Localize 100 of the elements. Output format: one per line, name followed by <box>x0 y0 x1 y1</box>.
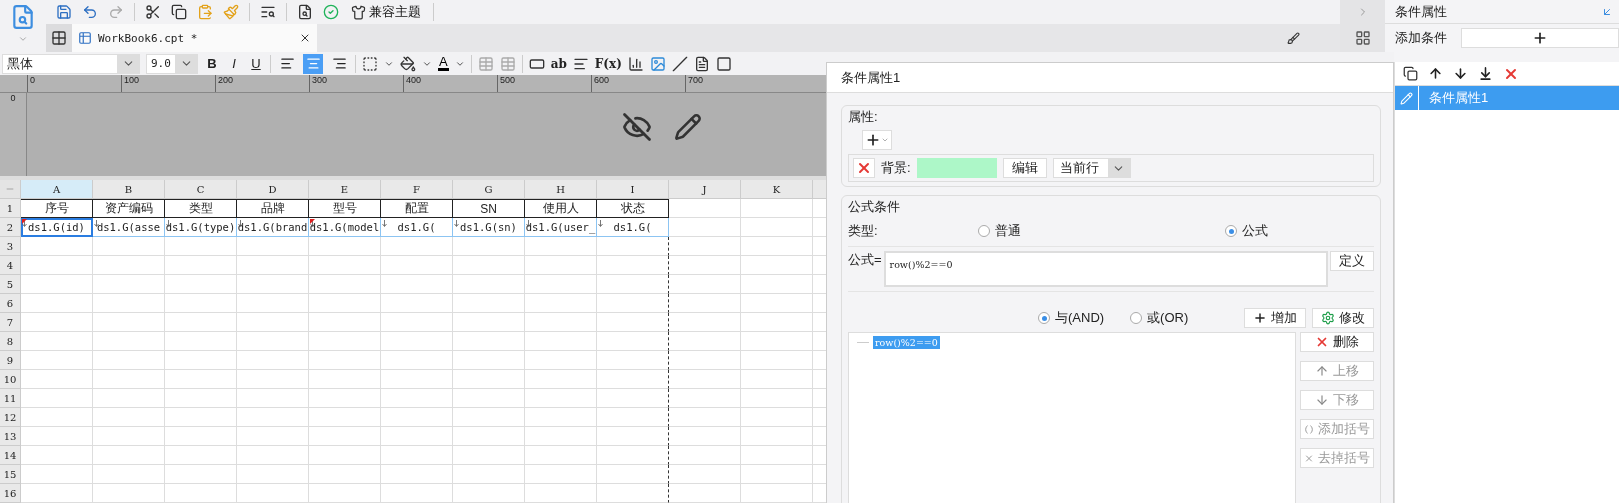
table-cell <box>741 237 813 256</box>
column-header[interactable]: G <box>453 180 525 199</box>
column-header[interactable]: A <box>21 180 93 199</box>
row-header[interactable]: 8 <box>0 332 21 351</box>
workbook-tab[interactable]: WorkBook6.cpt * <box>72 24 317 52</box>
row-header[interactable]: 1 <box>0 199 21 218</box>
save-icon[interactable] <box>56 4 72 20</box>
font-select[interactable]: 黑体 <box>2 53 140 74</box>
copy-icon[interactable] <box>171 4 187 20</box>
pencil-icon[interactable] <box>674 113 702 142</box>
table-cell <box>309 275 381 294</box>
check-circle-icon[interactable] <box>323 4 339 20</box>
radio-button[interactable] <box>1038 312 1050 324</box>
row-header[interactable]: 16 <box>0 484 21 503</box>
chart-icon[interactable] <box>627 55 644 72</box>
table-cell <box>525 427 597 446</box>
table-cell <box>525 294 597 313</box>
cell-properties-icon[interactable] <box>1354 30 1371 46</box>
table-cell <box>381 370 453 389</box>
table-cell <box>741 313 813 332</box>
formula-field[interactable]: row()%2==0 <box>883 251 1328 287</box>
scope-select[interactable]: 当前行 <box>1052 158 1131 178</box>
row-header[interactable]: 13 <box>0 427 21 446</box>
delete-icon[interactable] <box>1315 335 1329 349</box>
column-header[interactable]: I <box>597 180 669 199</box>
fill-color-icon[interactable] <box>400 55 416 72</box>
text-insert-button[interactable]: ab <box>550 56 567 71</box>
table-cell <box>21 275 93 294</box>
text-style-button[interactable]: U <box>248 56 264 72</box>
column-header[interactable]: E <box>309 180 381 199</box>
table-cell <box>741 332 813 351</box>
move-to-bottom-icon[interactable] <box>1478 66 1493 81</box>
row-header[interactable]: 12 <box>0 408 21 427</box>
text-style-button[interactable]: B <box>204 56 220 72</box>
add-attribute-button[interactable] <box>862 130 892 150</box>
table-cell <box>597 408 669 427</box>
font-size-select[interactable]: 9.0 <box>146 53 198 74</box>
column-header[interactable]: F <box>381 180 453 199</box>
table-cell <box>669 294 741 313</box>
background-label: 背景: <box>881 159 911 177</box>
split-cells-icon[interactable] <box>499 55 516 72</box>
cut-icon[interactable] <box>145 4 161 20</box>
column-header[interactable]: H <box>525 180 597 199</box>
column-header[interactable]: B <box>93 180 165 199</box>
workbook-icon[interactable] <box>78 31 92 45</box>
table-cell <box>669 313 741 332</box>
add-button[interactable]: 增加 <box>1244 308 1307 328</box>
row-header[interactable]: 10 <box>0 370 21 389</box>
table-cell <box>237 332 309 351</box>
merge-cells-icon[interactable] <box>477 55 494 72</box>
row-header[interactable]: 3 <box>0 237 21 256</box>
row-header[interactable]: 4 <box>0 256 21 275</box>
row-header[interactable]: 11 <box>0 389 21 408</box>
table-cell <box>237 427 309 446</box>
text-style-button[interactable]: I <box>226 56 242 72</box>
hidden-eye-icon[interactable] <box>622 112 652 143</box>
radio-button[interactable] <box>1225 225 1237 237</box>
slash-icon[interactable] <box>671 55 688 72</box>
define-button[interactable]: 定义 <box>1330 251 1374 271</box>
arrow-down-icon[interactable] <box>1453 66 1468 81</box>
column-header[interactable]: J <box>669 180 741 199</box>
remove-attribute-button[interactable] <box>853 158 875 178</box>
preview-icon[interactable] <box>297 4 313 20</box>
theme-button[interactable]: 兼容主题 <box>349 3 423 21</box>
text-search-icon[interactable] <box>260 4 276 20</box>
border-icon[interactable] <box>362 55 378 72</box>
plus-icon <box>1253 311 1268 325</box>
font-color-button[interactable]: A <box>438 56 449 72</box>
frame-icon[interactable] <box>715 55 732 72</box>
color-swatch[interactable] <box>916 158 997 178</box>
table-cell <box>21 427 93 446</box>
column-header[interactable]: D <box>237 180 309 199</box>
table-cell <box>237 313 309 332</box>
modify-button[interactable]: 修改 <box>1312 308 1375 328</box>
new-sheet-icon[interactable] <box>51 30 67 46</box>
row-header[interactable]: 5 <box>0 275 21 294</box>
row-header[interactable]: 14 <box>0 446 21 465</box>
formula-button[interactable]: F(x) <box>594 56 622 71</box>
edit-button[interactable]: 编辑 <box>1002 158 1047 178</box>
condition-action-button[interactable]: 删除 <box>1300 332 1374 352</box>
row-header[interactable]: 15 <box>0 465 21 484</box>
column-header[interactable]: K <box>741 180 813 199</box>
table-cell <box>453 465 525 484</box>
app-logo-icon[interactable] <box>10 4 36 30</box>
radio-button[interactable] <box>1130 312 1143 324</box>
shirt-icon[interactable] <box>351 4 366 20</box>
table-cell <box>525 370 597 389</box>
row-header[interactable]: 6 <box>0 294 21 313</box>
copy-icon[interactable] <box>1403 66 1418 81</box>
brush-icon[interactable] <box>1287 31 1300 45</box>
table-cell <box>453 313 525 332</box>
row-header[interactable]: 9 <box>0 351 21 370</box>
row-header[interactable]: 7 <box>0 313 21 332</box>
sub-report-icon[interactable] <box>693 55 710 72</box>
column-header[interactable]: C <box>165 180 237 199</box>
close-icon[interactable] <box>299 32 311 44</box>
radio-button[interactable] <box>978 225 990 237</box>
undo-icon[interactable] <box>82 4 98 20</box>
image-icon[interactable] <box>649 55 666 72</box>
row-header[interactable]: 2 <box>0 218 21 237</box>
